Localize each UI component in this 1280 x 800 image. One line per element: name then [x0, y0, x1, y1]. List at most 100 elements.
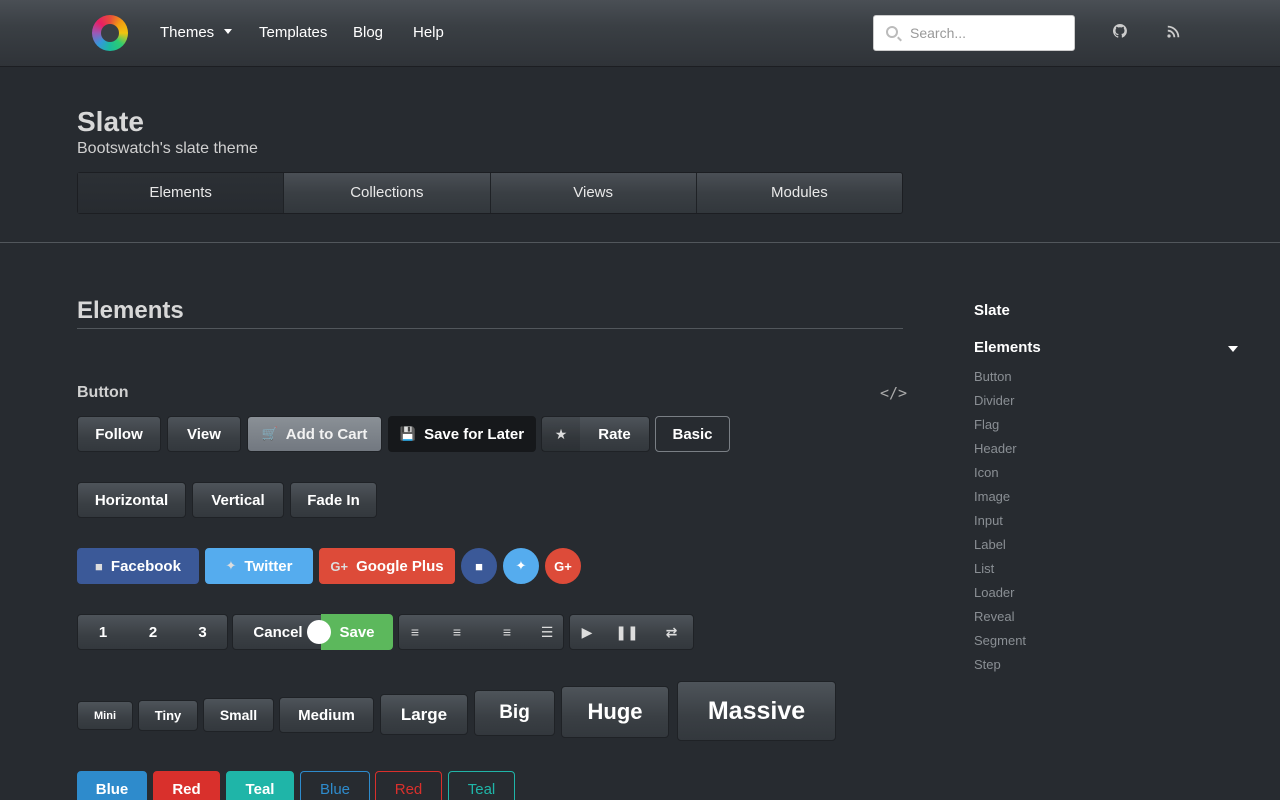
blue-button[interactable]: Blue	[77, 771, 147, 800]
section-title: Elements	[77, 297, 184, 324]
google-plus-icon: G+	[330, 558, 349, 574]
google-plus-icon: G+	[554, 558, 572, 574]
rss-icon[interactable]	[1164, 24, 1182, 42]
pagination-button-group: 1 2 3	[77, 614, 228, 650]
align-left-icon[interactable]: ≡	[399, 615, 431, 649]
google-plus-label: Google Plus	[356, 557, 444, 575]
top-navbar: Themes Templates Blog Help	[0, 0, 1280, 67]
nav-blog[interactable]: Blog	[353, 22, 383, 44]
search-input[interactable]	[910, 22, 1060, 44]
facebook-label: Facebook	[110, 557, 181, 575]
sidebar-link-flag[interactable]: Flag	[974, 417, 999, 432]
header-divider	[0, 242, 1280, 243]
search-icon	[886, 26, 898, 38]
floppy-disk-icon: 💾	[399, 426, 417, 441]
sidebar-link-header[interactable]: Header	[974, 441, 1017, 456]
add-to-cart-button[interactable]: 🛒 Add to Cart	[247, 416, 382, 452]
button-subtitle: Button	[77, 384, 129, 401]
github-icon[interactable]	[1111, 24, 1129, 42]
vertical-animated-button[interactable]: Vertical	[192, 482, 284, 518]
google-plus-circular-button[interactable]: G+	[545, 548, 581, 584]
code-icon[interactable]: </>	[880, 384, 907, 402]
sidebar-link-label[interactable]: Label	[974, 537, 1006, 552]
rate-button[interactable]: ★ Rate	[541, 416, 650, 452]
mini-button[interactable]: Mini	[77, 701, 133, 730]
search-box	[873, 15, 1075, 51]
align-right-icon[interactable]: ≡	[483, 615, 531, 649]
sidebar-link-list[interactable]: List	[974, 561, 994, 576]
basic-blue-button[interactable]: Blue	[300, 771, 370, 800]
sidebar-link-divider[interactable]: Divider	[974, 393, 1014, 408]
tab-collections[interactable]: Collections	[284, 173, 491, 213]
pause-icon[interactable]: ❚❚	[604, 615, 650, 649]
medium-button[interactable]: Medium	[279, 697, 374, 733]
large-button[interactable]: Large	[380, 694, 468, 735]
page-button-2[interactable]: 2	[128, 615, 178, 649]
sidebar-link-segment[interactable]: Segment	[974, 633, 1026, 648]
twitter-label: Twitter	[244, 557, 293, 575]
tiny-button[interactable]: Tiny	[138, 700, 198, 731]
teal-button[interactable]: Teal	[226, 771, 294, 800]
twitter-icon: ✦	[515, 558, 527, 573]
facebook-icon: ■	[95, 558, 103, 574]
semantic-ui-logo-icon[interactable]	[92, 15, 128, 51]
basic-red-button[interactable]: Red	[375, 771, 442, 800]
sidebar-link-image[interactable]: Image	[974, 489, 1010, 504]
caret-down-icon[interactable]	[1228, 346, 1238, 352]
sidebar-link-button[interactable]: Button	[974, 369, 1012, 384]
follow-button[interactable]: Follow	[77, 416, 161, 452]
facebook-circular-button[interactable]: ■	[461, 548, 497, 584]
horizontal-animated-button[interactable]: Horizontal	[77, 482, 186, 518]
cart-icon: 🛒	[261, 426, 278, 441]
nav-themes-dropdown[interactable]: Themes	[160, 22, 233, 44]
section-tabs: Elements Collections Views Modules	[77, 172, 903, 214]
shuffle-icon[interactable]: ⇄	[650, 615, 693, 649]
section-divider	[77, 328, 903, 329]
twitter-button[interactable]: ✦ Twitter	[205, 548, 313, 584]
media-button-group: ▶ ❚❚ ⇄	[569, 614, 694, 650]
play-icon[interactable]: ▶	[570, 615, 604, 649]
page-title: Slate	[77, 106, 144, 137]
twitter-circular-button[interactable]: ✦	[503, 548, 539, 584]
sidebar-title[interactable]: Slate	[974, 302, 1010, 319]
nav-help[interactable]: Help	[413, 22, 444, 44]
huge-button[interactable]: Huge	[561, 686, 669, 738]
save-for-later-label: Save for Later	[424, 425, 525, 443]
align-justify-icon[interactable]: ☰	[531, 615, 563, 649]
nav-themes-label: Themes	[160, 24, 215, 41]
star-icon: ★	[542, 417, 580, 451]
page-subtitle: Bootswatch's slate theme	[77, 140, 258, 157]
or-divider-dot	[307, 620, 331, 644]
twitter-icon: ✦	[225, 558, 237, 573]
caret-down-icon	[224, 29, 233, 34]
red-button[interactable]: Red	[153, 771, 220, 800]
rate-label: Rate	[598, 425, 631, 443]
sidebar-link-step[interactable]: Step	[974, 657, 1001, 672]
basic-button[interactable]: Basic	[655, 416, 730, 452]
text-align-button-group: ≡ ≡ ≡ ☰	[398, 614, 564, 650]
small-button[interactable]: Small	[203, 698, 274, 732]
sidebar-link-reveal[interactable]: Reveal	[974, 609, 1014, 624]
page-button-1[interactable]: 1	[78, 615, 128, 649]
facebook-icon: ■	[475, 558, 483, 574]
page-button-3[interactable]: 3	[178, 615, 227, 649]
fade-in-button[interactable]: Fade In	[290, 482, 377, 518]
sidebar-section-elements[interactable]: Elements	[974, 339, 1041, 356]
big-button[interactable]: Big	[474, 690, 555, 736]
sidebar-link-input[interactable]: Input	[974, 513, 1003, 528]
nav-templates[interactable]: Templates	[259, 22, 327, 44]
sidebar-link-icon[interactable]: Icon	[974, 465, 999, 480]
tab-modules[interactable]: Modules	[697, 173, 902, 213]
facebook-button[interactable]: ■ Facebook	[77, 548, 199, 584]
sidebar-link-loader[interactable]: Loader	[974, 585, 1014, 600]
add-to-cart-label: Add to Cart	[285, 425, 368, 443]
google-plus-button[interactable]: G+ Google Plus	[319, 548, 455, 584]
massive-button[interactable]: Massive	[677, 681, 836, 741]
view-button[interactable]: View	[167, 416, 241, 452]
align-center-icon[interactable]: ≡	[431, 615, 483, 649]
save-button[interactable]: Save	[321, 614, 393, 650]
basic-teal-button[interactable]: Teal	[448, 771, 515, 800]
save-for-later-button[interactable]: 💾 Save for Later	[388, 416, 536, 452]
tab-views[interactable]: Views	[491, 173, 697, 213]
tab-elements[interactable]: Elements	[78, 173, 285, 213]
